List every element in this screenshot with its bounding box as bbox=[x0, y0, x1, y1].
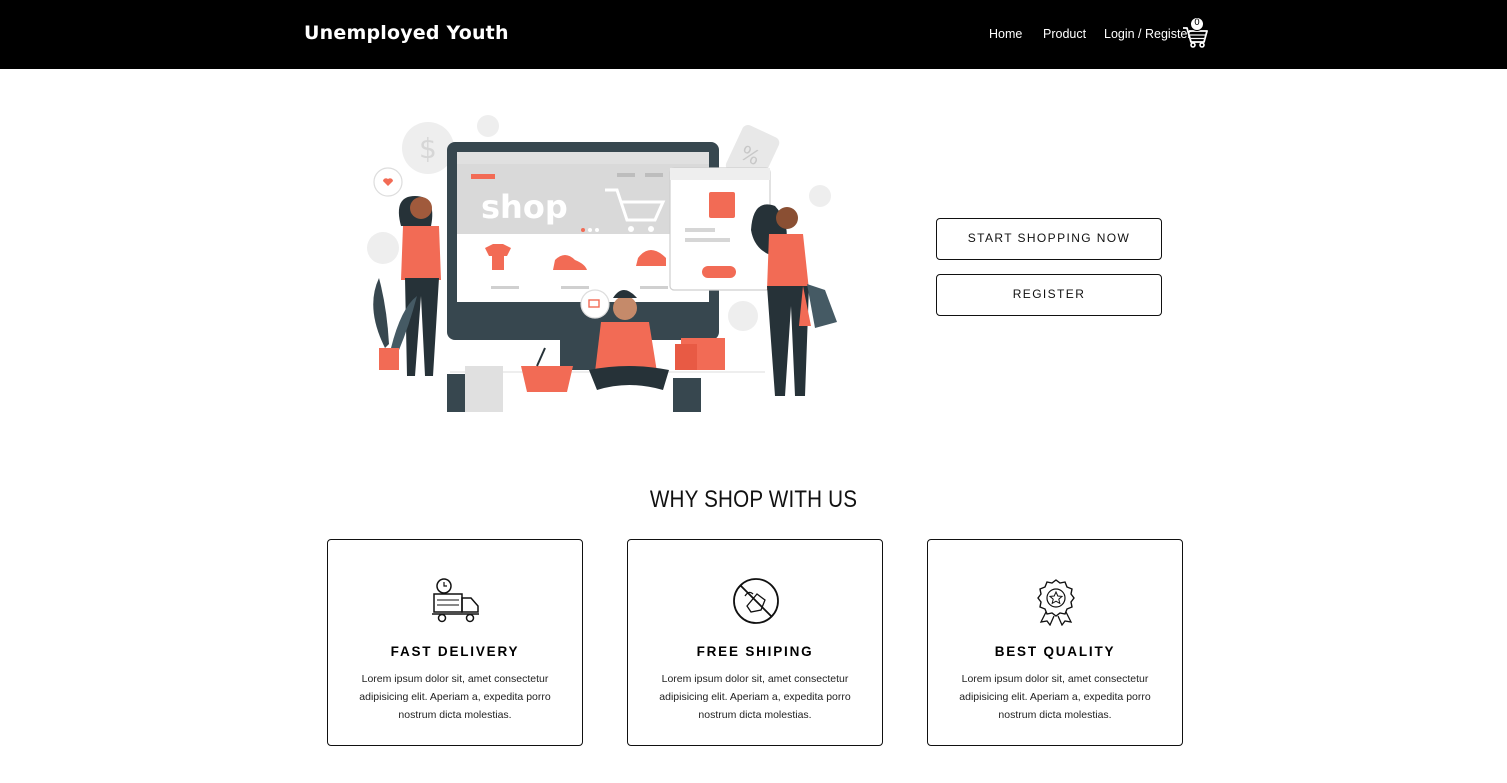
cart-count-badge: 0 bbox=[1190, 17, 1204, 31]
no-shipping-fee-icon bbox=[733, 578, 779, 624]
register-button[interactable]: REGISTER bbox=[936, 274, 1162, 316]
svg-text:$: $ bbox=[419, 132, 437, 165]
navbar: Unemployed Youth Home Product Login / Re… bbox=[0, 0, 1507, 69]
feature-title: FAST DELIVERY bbox=[390, 644, 520, 659]
hero-shopping-illustration: $ % shop bbox=[367, 115, 837, 412]
nav-home-link[interactable]: Home bbox=[989, 27, 1022, 41]
feature-description: Lorem ipsum dolor sit, amet consectetur … bbox=[659, 673, 851, 721]
brand-logo[interactable]: Unemployed Youth bbox=[304, 22, 509, 44]
delivery-truck-icon bbox=[432, 578, 479, 623]
nav-login-register-link[interactable]: Login / Register bbox=[1104, 27, 1192, 41]
svg-text:shop: shop bbox=[481, 188, 568, 226]
feature-card-best-quality: BEST QUALITY Lorem ipsum dolor sit, amet… bbox=[927, 539, 1183, 746]
feature-title: BEST QUALITY bbox=[994, 644, 1116, 659]
feature-card-fast-delivery: FAST DELIVERY Lorem ipsum dolor sit, ame… bbox=[327, 539, 583, 746]
section-title: WHY SHOP WITH US bbox=[649, 486, 858, 513]
quality-badge-icon bbox=[1037, 579, 1075, 626]
cart-button[interactable]: 0 bbox=[1182, 17, 1208, 48]
feature-description: Lorem ipsum dolor sit, amet consectetur … bbox=[959, 673, 1151, 721]
feature-title: FREE SHIPING bbox=[696, 644, 814, 659]
nav-product-link[interactable]: Product bbox=[1043, 27, 1086, 41]
start-shopping-button[interactable]: START SHOPPING NOW bbox=[936, 218, 1162, 260]
feature-description: Lorem ipsum dolor sit, amet consectetur … bbox=[359, 673, 551, 721]
feature-card-free-shipping: FREE SHIPING Lorem ipsum dolor sit, amet… bbox=[627, 539, 883, 746]
